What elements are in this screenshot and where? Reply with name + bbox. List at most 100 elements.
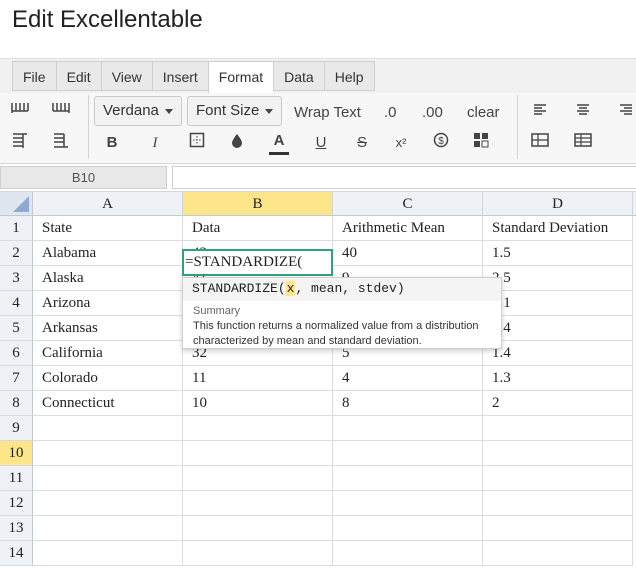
cell-c11[interactable] [333, 466, 483, 491]
row-header-4[interactable]: 4 [0, 291, 33, 316]
row-header-2[interactable]: 2 [0, 241, 33, 266]
cell-b1[interactable]: Data [183, 216, 333, 241]
align-right-icon[interactable] [614, 101, 636, 123]
cell-d14[interactable] [483, 541, 633, 566]
cell-d6[interactable]: 1.4 [483, 341, 633, 366]
insert-column-left-icon[interactable] [8, 100, 32, 122]
align-center-icon[interactable] [571, 101, 595, 123]
menu-tab-help[interactable]: Help [323, 61, 375, 91]
clear-format-button[interactable]: clear [467, 104, 500, 121]
cell-b8[interactable]: 10 [183, 391, 333, 416]
cell-b14[interactable] [183, 541, 333, 566]
cell-c10[interactable] [333, 441, 483, 466]
cell-d7[interactable]: 1.3 [483, 366, 633, 391]
cell-b12[interactable] [183, 491, 333, 516]
cell-c1[interactable]: Arithmetic Mean [333, 216, 483, 241]
cell-a13[interactable] [33, 516, 183, 541]
cell-a14[interactable] [33, 541, 183, 566]
column-header-b[interactable]: B [183, 192, 333, 216]
cell-d9[interactable] [483, 416, 633, 441]
cell-c7[interactable]: 4 [333, 366, 483, 391]
conditional-format-icon[interactable] [469, 132, 493, 154]
row-header-8[interactable]: 8 [0, 391, 33, 416]
cell-editor-b10[interactable]: =STANDARDIZE( [182, 249, 333, 276]
strikethrough-button[interactable]: S [350, 132, 374, 154]
row-header-1[interactable]: 1 [0, 216, 33, 241]
cell-c12[interactable] [333, 491, 483, 516]
row-header-14[interactable]: 14 [0, 541, 33, 566]
cell-b11[interactable] [183, 466, 333, 491]
bold-button[interactable]: B [100, 132, 124, 154]
cell-a5[interactable]: Arkansas [33, 316, 183, 341]
cell-a7[interactable]: Colorado [33, 366, 183, 391]
wrap-text-button[interactable]: Wrap Text [294, 104, 361, 121]
cell-b13[interactable] [183, 516, 333, 541]
menu-tab-format[interactable]: Format [207, 61, 274, 94]
row-header-9[interactable]: 9 [0, 416, 33, 441]
cell-b9[interactable] [183, 416, 333, 441]
cell-c13[interactable] [333, 516, 483, 541]
cell-a1[interactable]: State [33, 216, 183, 241]
column-header-a[interactable]: A [33, 192, 183, 216]
cell-d12[interactable] [483, 491, 633, 516]
cell-d8[interactable]: 2 [483, 391, 633, 416]
row-header-7[interactable]: 7 [0, 366, 33, 391]
cell-b10[interactable] [183, 441, 333, 466]
menu-tab-insert[interactable]: Insert [151, 61, 208, 91]
font-color-button[interactable]: A [267, 130, 291, 155]
row-header-5[interactable]: 5 [0, 316, 33, 341]
superscript-button[interactable]: x² [389, 132, 413, 154]
currency-icon[interactable]: $ [429, 132, 453, 154]
cell-a10[interactable] [33, 441, 183, 466]
cell-d11[interactable] [483, 466, 633, 491]
insert-row-below-icon[interactable] [49, 132, 73, 154]
menu-tab-edit[interactable]: Edit [55, 61, 101, 91]
insert-column-right-icon[interactable] [49, 100, 73, 122]
cell-b7[interactable]: 11 [183, 366, 333, 391]
cell-c14[interactable] [333, 541, 483, 566]
border-icon[interactable] [185, 132, 209, 154]
decrease-decimal-button[interactable]: .0 [384, 104, 397, 121]
menu-tab-file[interactable]: File [12, 61, 56, 91]
cell-d5[interactable]: 2.4 [483, 316, 633, 341]
cell-a3[interactable]: Alaska [33, 266, 183, 291]
align-left-icon[interactable] [528, 101, 552, 123]
cell-c2[interactable]: 40 [333, 241, 483, 266]
row-header-3[interactable]: 3 [0, 266, 33, 291]
cell-d2[interactable]: 1.5 [483, 241, 633, 266]
font-size-dropdown[interactable]: Font Size [187, 96, 283, 126]
cell-a4[interactable]: Arizona [33, 291, 183, 316]
column-header-d[interactable]: D [483, 192, 633, 216]
name-box[interactable]: B10 [0, 166, 167, 189]
cell-a6[interactable]: California [33, 341, 183, 366]
row-header-13[interactable]: 13 [0, 516, 33, 541]
row-header-6[interactable]: 6 [0, 341, 33, 366]
cell-a9[interactable] [33, 416, 183, 441]
cell-d10[interactable] [483, 441, 633, 466]
cell-a12[interactable] [33, 491, 183, 516]
row-header-11[interactable]: 11 [0, 466, 33, 491]
cell-a11[interactable] [33, 466, 183, 491]
menu-tab-view[interactable]: View [100, 61, 152, 91]
cell-d1[interactable]: Standard Deviation [483, 216, 633, 241]
underline-button[interactable]: U [309, 132, 333, 154]
table-grid-icon[interactable] [571, 132, 595, 154]
increase-decimal-button[interactable]: .00 [422, 104, 443, 121]
cell-a8[interactable]: Connecticut [33, 391, 183, 416]
menu-tab-data[interactable]: Data [273, 61, 324, 91]
insert-row-above-icon[interactable] [8, 132, 32, 154]
italic-button[interactable]: I [143, 132, 167, 154]
font-family-dropdown[interactable]: Verdana [94, 96, 182, 126]
select-all-corner[interactable] [0, 192, 33, 216]
row-header-10[interactable]: 10 [0, 441, 33, 466]
formula-input[interactable] [172, 166, 636, 189]
cell-d3[interactable]: 2.5 [483, 266, 633, 291]
cell-a2[interactable]: Alabama [33, 241, 183, 266]
cell-d13[interactable] [483, 516, 633, 541]
merge-cells-icon[interactable] [528, 132, 552, 154]
row-header-12[interactable]: 12 [0, 491, 33, 516]
cell-c8[interactable]: 8 [333, 391, 483, 416]
cell-d4[interactable]: 1.1 [483, 291, 633, 316]
fill-color-icon[interactable] [225, 132, 249, 154]
cell-c9[interactable] [333, 416, 483, 441]
